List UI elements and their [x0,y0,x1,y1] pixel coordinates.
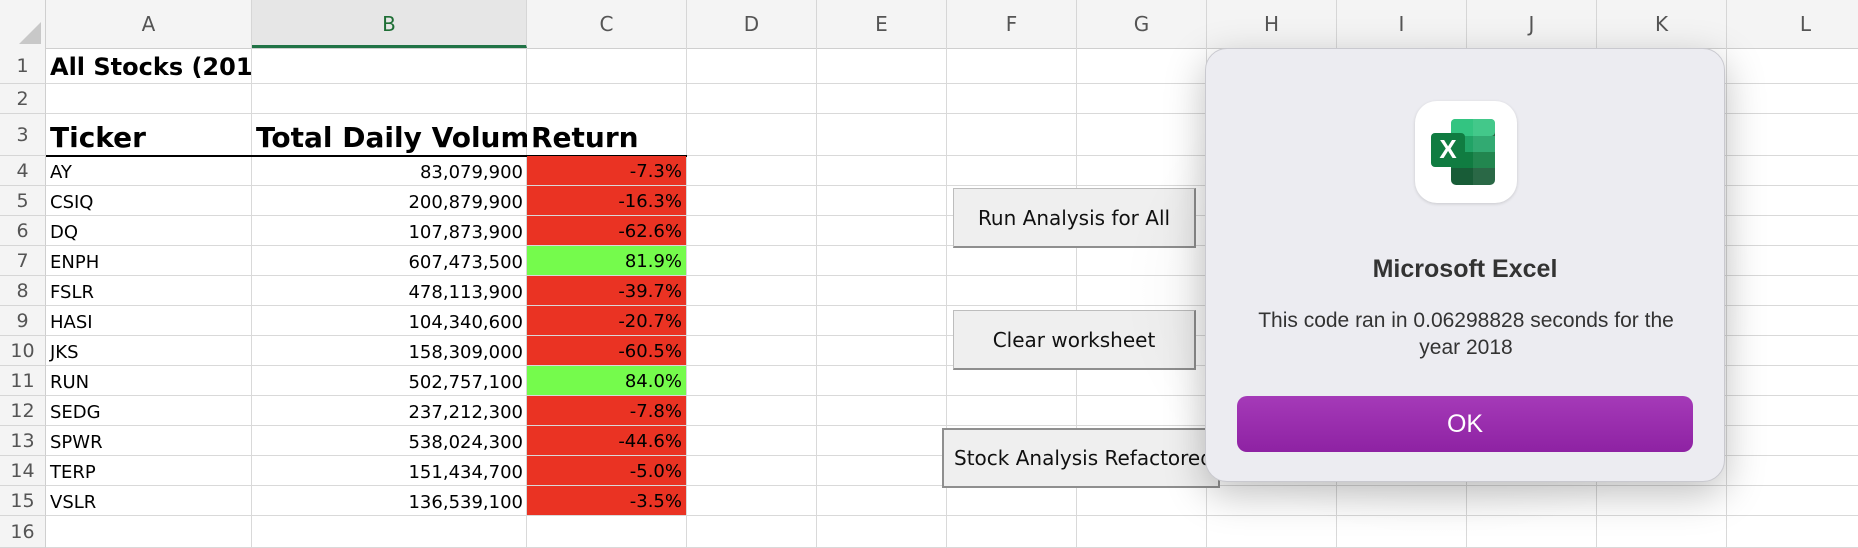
row-header-13[interactable]: 13 [0,426,46,456]
column-header-c[interactable]: C [527,0,687,48]
select-all-corner[interactable] [0,0,46,48]
header-return[interactable]: Return [527,114,687,156]
excel-logo-letter: X [1439,134,1457,164]
row-header-14[interactable]: 14 [0,456,46,486]
cell-return[interactable]: -16.3% [527,186,686,215]
cell-ticker[interactable]: CSIQ [46,186,252,216]
row-header-9[interactable]: 9 [0,306,46,336]
row-header-6[interactable]: 6 [0,216,46,246]
cell-ticker[interactable]: HASI [46,306,252,336]
row-header-8[interactable]: 8 [0,276,46,306]
cell-ticker[interactable]: SEDG [46,396,252,426]
header-volume[interactable]: Total Daily Volume [252,114,527,156]
column-header-b[interactable]: B [252,0,527,48]
cell-title[interactable]: All Stocks (2018) [46,48,252,84]
column-header-d[interactable]: D [687,0,817,48]
row-header-4[interactable]: 4 [0,156,46,186]
cell-ticker[interactable]: TERP [46,456,252,486]
cell-ticker[interactable]: ENPH [46,246,252,276]
cell-volume[interactable]: 538,024,300 [252,426,527,456]
row-header-10[interactable]: 10 [0,336,46,366]
cell-volume[interactable]: 200,879,900 [252,186,527,216]
cell-volume[interactable]: 237,212,300 [252,396,527,426]
cell-return[interactable]: -62.6% [527,216,686,245]
row-header-1[interactable]: 1 [0,48,46,84]
cell-ticker[interactable]: RUN [46,366,252,396]
row-header-3[interactable]: 3 [0,114,46,156]
ok-button[interactable]: OK [1237,396,1693,452]
cell-ticker[interactable]: AY [46,156,252,186]
cell-volume[interactable]: 607,473,500 [252,246,527,276]
header-ticker[interactable]: Ticker [46,114,252,156]
cell-return[interactable]: -5.0% [527,456,686,485]
row-header-2[interactable]: 2 [0,84,46,114]
cell-volume[interactable]: 104,340,600 [252,306,527,336]
cell-ticker[interactable]: JKS [46,336,252,366]
row-header-7[interactable]: 7 [0,246,46,276]
row-header-16[interactable]: 16 [0,516,46,548]
cell-volume[interactable]: 478,113,900 [252,276,527,306]
dialog-title: Microsoft Excel [1372,255,1558,283]
cell-return[interactable]: -20.7% [527,306,686,335]
cell-ticker[interactable]: SPWR [46,426,252,456]
row-header-5[interactable]: 5 [0,186,46,216]
row-header-15[interactable]: 15 [0,486,46,516]
cell-ticker[interactable]: FSLR [46,276,252,306]
cell-return[interactable]: -44.6% [527,426,686,455]
cell-ticker[interactable]: DQ [46,216,252,246]
row-header-11[interactable]: 11 [0,366,46,396]
alert-dialog: X Microsoft Excel This code ran in 0.062… [1205,48,1725,482]
excel-logo-icon: X [1431,119,1495,185]
cell-return[interactable]: 81.9% [527,246,686,275]
cell-return[interactable]: -39.7% [527,276,686,305]
gridline-vertical [816,48,817,548]
excel-app-icon: X [1415,101,1517,203]
cell-ticker[interactable]: VSLR [46,486,252,516]
cell-volume[interactable]: 136,539,100 [252,486,527,516]
column-header-a[interactable]: A [46,0,252,48]
cell-return[interactable]: -3.5% [527,486,686,515]
cell-volume[interactable]: 158,309,000 [252,336,527,366]
cell-volume[interactable]: 502,757,100 [252,366,527,396]
cell-return[interactable]: 84.0% [527,366,686,395]
cell-return[interactable]: -7.8% [527,396,686,425]
cell-volume[interactable]: 83,079,900 [252,156,527,186]
cell-return[interactable]: -7.3% [527,156,686,185]
cell-return[interactable]: -60.5% [527,336,686,365]
dialog-message: This code ran in 0.06298828 seconds for … [1258,309,1674,359]
column-header-f[interactable]: F [947,0,1077,48]
cell-volume[interactable]: 107,873,900 [252,216,527,246]
column-header-e[interactable]: E [817,0,947,48]
cell-volume[interactable]: 151,434,700 [252,456,527,486]
row-header-12[interactable]: 12 [0,396,46,426]
